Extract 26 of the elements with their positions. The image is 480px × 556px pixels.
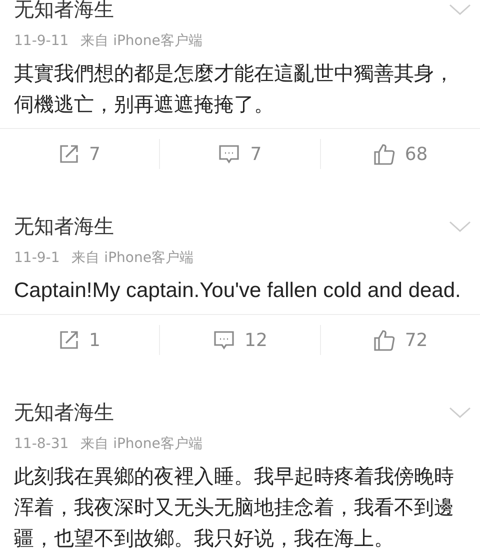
repost-button[interactable]: 7 bbox=[0, 139, 160, 169]
like-button[interactable]: 68 bbox=[320, 139, 480, 169]
post-time: 11-8-31 bbox=[14, 435, 69, 453]
thumbs-up-icon bbox=[372, 143, 395, 165]
chevron-down-icon[interactable] bbox=[448, 221, 472, 233]
share-icon bbox=[58, 330, 79, 350]
comment-icon bbox=[212, 330, 235, 350]
like-button[interactable]: 72 bbox=[320, 325, 480, 355]
post-source: 来自 iPhone客户端 bbox=[80, 435, 202, 453]
thumbs-up-icon bbox=[372, 329, 395, 351]
post-time: 11-9-11 bbox=[14, 32, 69, 50]
repost-button[interactable]: 1 bbox=[0, 325, 160, 355]
comment-icon bbox=[218, 144, 240, 164]
author-name[interactable]: 无知者海生 bbox=[14, 399, 466, 425]
post-time: 11-9-1 bbox=[14, 249, 60, 267]
chevron-down-icon[interactable] bbox=[448, 4, 472, 16]
post-source: 来自 iPhone客户端 bbox=[72, 249, 194, 267]
share-icon bbox=[58, 144, 79, 164]
comment-button[interactable]: 12 bbox=[160, 325, 321, 355]
author-name[interactable]: 无知者海生 bbox=[14, 213, 466, 239]
post-text: Captain!My captain.You've fallen cold and dead. bbox=[13, 278, 462, 304]
post-source: 来自 iPhone客户端 bbox=[80, 32, 202, 50]
comment-button[interactable]: 7 bbox=[160, 139, 321, 169]
post-text: 此刻我在異鄉的夜裡入睡。我早起時疼着我傍晚時浑着，我夜深时又无头无脑地挂念着，我看不到邊疆，也望不到故鄉。我只好说，我在海上。 bbox=[13, 463, 455, 552]
post-text: 其實我們想的都是怎麼才能在這亂世中獨善其身，伺機逃亡，别再遮遮掩掩了。 bbox=[13, 60, 455, 118]
chevron-down-icon[interactable] bbox=[448, 407, 472, 419]
